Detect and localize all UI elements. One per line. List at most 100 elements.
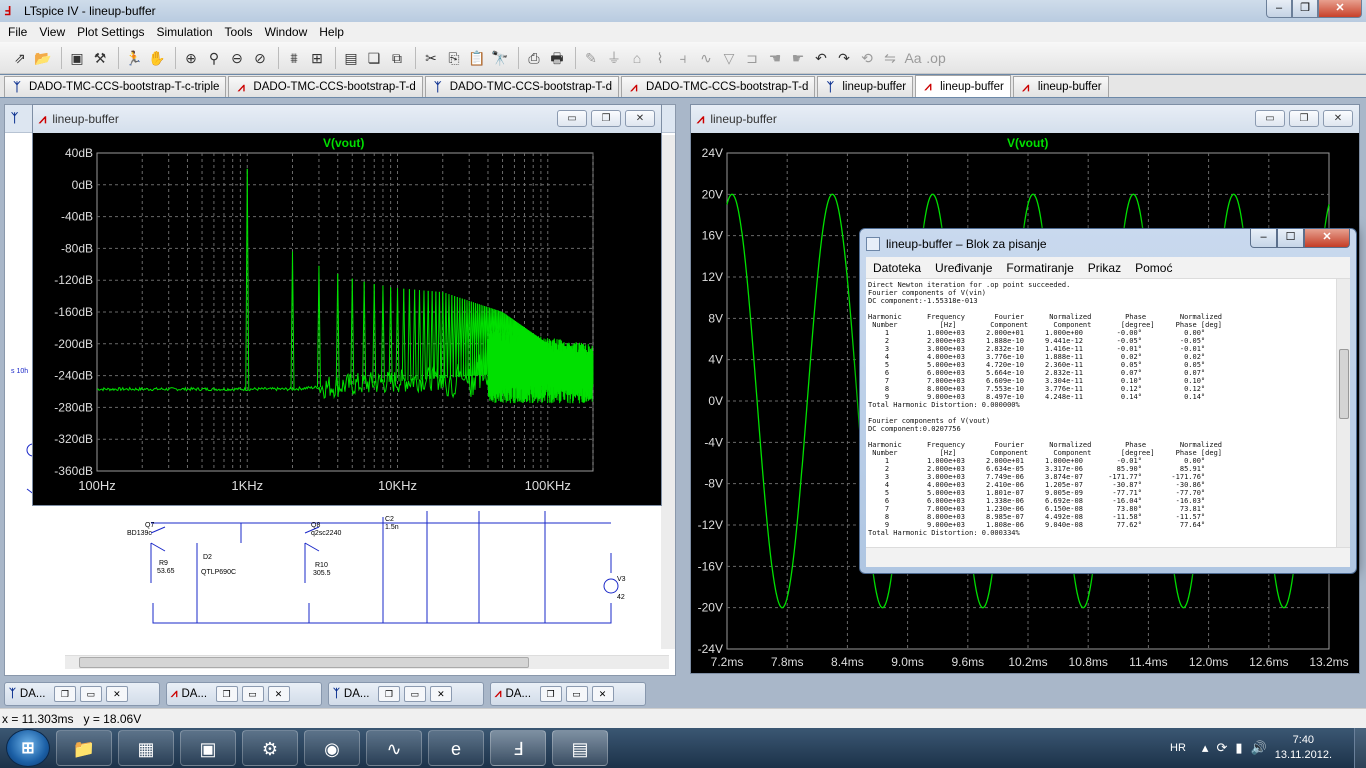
maximize-button[interactable]: ▭ [241, 686, 264, 702]
move-icon[interactable]: ☚ [765, 47, 785, 69]
inductor-icon[interactable]: ∿ [696, 47, 716, 69]
restore-button[interactable]: ❐ [1289, 110, 1319, 127]
close-button[interactable]: ✕ [1304, 229, 1350, 248]
restore-button[interactable]: ❐ [591, 110, 621, 127]
menu-formatiranje[interactable]: Formatiranje [999, 261, 1080, 275]
installer-icon[interactable]: ▦ [118, 730, 174, 766]
tab-dado-plot-2[interactable]: ⩘ DADO-TMC-CCS-bootstrap-T-d [621, 76, 816, 97]
tab-dado-schematic-2[interactable]: ᛉ DADO-TMC-CCS-bootstrap-T-d [424, 76, 620, 97]
menu-plot-settings[interactable]: Plot Settings [71, 25, 150, 39]
tab-lineup-schematic[interactable]: ᛉ lineup-buffer [817, 76, 914, 97]
schematic-horizontal-scrollbar[interactable] [65, 655, 669, 669]
scrollbar-thumb[interactable] [79, 657, 529, 668]
minimized-window-dado-schematic-2[interactable]: ᛉ DA... ❐ ▭ ✕ [328, 682, 484, 706]
menu-help[interactable]: Help [313, 25, 350, 39]
undo-icon[interactable]: ↶ [811, 47, 831, 69]
find-icon[interactable]: 🔭 [490, 47, 510, 69]
restore-button[interactable]: ❐ [539, 686, 562, 702]
close-button[interactable]: ✕ [591, 686, 614, 702]
start-button[interactable]: ⊞ [6, 729, 50, 767]
language-indicator[interactable]: HR [1170, 742, 1186, 754]
maximize-button[interactable]: ▭ [403, 686, 426, 702]
paste-icon[interactable]: 📋 [467, 47, 487, 69]
resistor-icon[interactable]: ⌇ [650, 47, 670, 69]
run-icon[interactable]: 🏃 [124, 47, 144, 69]
minimize-button[interactable]: – [1266, 0, 1292, 18]
cut-icon[interactable]: ✂ [421, 47, 441, 69]
control-panel-icon[interactable]: ⚒ [90, 47, 110, 69]
close-button[interactable]: ✕ [625, 110, 655, 127]
diode-icon[interactable]: ▽ [719, 47, 739, 69]
menu-file[interactable]: File [2, 25, 33, 39]
wire-icon[interactable]: ✎ [581, 47, 601, 69]
print-preview-icon[interactable]: ⎙ [524, 47, 544, 69]
menu-window[interactable]: Window [259, 25, 314, 39]
restore-button[interactable]: ❐ [377, 686, 400, 702]
fit-icon[interactable]: ⊞ [307, 47, 327, 69]
zoom-out-icon[interactable]: ⚲ [204, 47, 224, 69]
antivirus-icon[interactable]: ◉ [304, 730, 360, 766]
menu-view[interactable]: View [33, 25, 71, 39]
copy-icon[interactable]: ⎘ [444, 47, 464, 69]
tray-chevron-icon[interactable]: ▴ [1202, 740, 1209, 756]
maximize-button[interactable]: ☐ [1277, 229, 1304, 248]
print-icon[interactable]: 🖶 [547, 47, 567, 69]
zoom-back-icon[interactable]: ⊖ [227, 47, 247, 69]
notepad-vertical-scrollbar[interactable] [1336, 279, 1350, 547]
maximize-button[interactable]: ❐ [1292, 0, 1318, 18]
rotate-icon[interactable]: ⟲ [857, 47, 877, 69]
menu-simulation[interactable]: Simulation [151, 25, 219, 39]
scrollbar-thumb[interactable] [1339, 349, 1349, 419]
text-icon[interactable]: Aa [903, 47, 923, 69]
menu-pomoc[interactable]: Pomoć [1128, 261, 1179, 275]
media-icon[interactable]: ▣ [180, 730, 236, 766]
notepad-icon[interactable]: ▤ [552, 730, 608, 766]
capacitor-icon[interactable]: ⫞ [673, 47, 693, 69]
zoom-cancel-icon[interactable]: ⊘ [250, 47, 270, 69]
zoom-in-icon[interactable]: ⊕ [181, 47, 201, 69]
fourier-output-text[interactable]: Direct Newton iteration for .op point su… [868, 281, 1336, 537]
pan-icon[interactable]: ✋ [147, 47, 167, 69]
open-schematic-icon[interactable]: ⇗ [10, 47, 30, 69]
close-button[interactable]: ✕ [105, 686, 128, 702]
ground-icon[interactable]: ⏚ [604, 47, 624, 69]
time-trace-label[interactable]: V(vout) [1007, 136, 1048, 150]
menu-uredivanje[interactable]: Uređivanje [928, 261, 999, 275]
internet-explorer-icon[interactable]: e [428, 730, 484, 766]
cascade-icon[interactable]: ⧉ [387, 47, 407, 69]
notepad-window[interactable]: lineup-buffer – Blok za pisanje – ☐ ✕ Da… [859, 228, 1357, 574]
schematic-vertical-scrollbar[interactable] [661, 135, 675, 649]
close-button[interactable]: ✕ [267, 686, 290, 702]
restore-button[interactable]: ❐ [215, 686, 238, 702]
close-button[interactable]: ✕ [429, 686, 452, 702]
component-icon[interactable]: ⊐ [742, 47, 762, 69]
scope-icon[interactable]: ∿ [366, 730, 422, 766]
redo-icon[interactable]: ↷ [834, 47, 854, 69]
tile-horizontal-icon[interactable]: ❏ [364, 47, 384, 69]
save-icon[interactable]: ▣ [67, 47, 87, 69]
autorange-icon[interactable]: ⩩ [284, 47, 304, 69]
fft-chart[interactable]: V(vout) 40dB 0dB -40dB -80dB -120dB -160dB -20… [37, 133, 659, 501]
minimized-window-dado-plot[interactable]: ⩘ DA... ❐ ▭ ✕ [166, 682, 322, 706]
minimized-window-dado-plot-2[interactable]: ⩘ DA... ❐ ▭ ✕ [490, 682, 646, 706]
network-icon[interactable]: ▮ [1235, 740, 1242, 756]
tab-dado-plot-1[interactable]: ⩘ DADO-TMC-CCS-bootstrap-T-d [228, 76, 423, 97]
minimize-button[interactable]: ▭ [1255, 110, 1285, 127]
close-button[interactable]: ✕ [1318, 0, 1362, 18]
restore-button[interactable]: ❐ [53, 686, 76, 702]
clock[interactable]: 7:40 13.11.2012. [1275, 733, 1332, 763]
menu-prikaz[interactable]: Prikaz [1081, 261, 1128, 275]
spice-directive-icon[interactable]: .op [926, 47, 946, 69]
maximize-button[interactable]: ▭ [565, 686, 588, 702]
tab-dado-triple[interactable]: ᛉ DADO-TMC-CCS-bootstrap-T-c-triple [4, 76, 227, 97]
volume-icon[interactable]: 🔊 [1251, 740, 1267, 756]
sync-icon[interactable]: ⟳ [1216, 740, 1227, 756]
show-desktop-button[interactable] [1354, 728, 1366, 768]
tab-lineup-plot-active[interactable]: ⩘ lineup-buffer [915, 75, 1011, 97]
menu-tools[interactable]: Tools [219, 25, 259, 39]
label-icon[interactable]: ⌂ [627, 47, 647, 69]
fft-plot-window[interactable]: ⩘ lineup-buffer ▭ ❐ ✕ V(vout) 40dB 0dB -40… [32, 104, 662, 506]
minimize-button[interactable]: – [1250, 229, 1277, 248]
mirror-icon[interactable]: ⇋ [880, 47, 900, 69]
close-button[interactable]: ✕ [1323, 110, 1353, 127]
